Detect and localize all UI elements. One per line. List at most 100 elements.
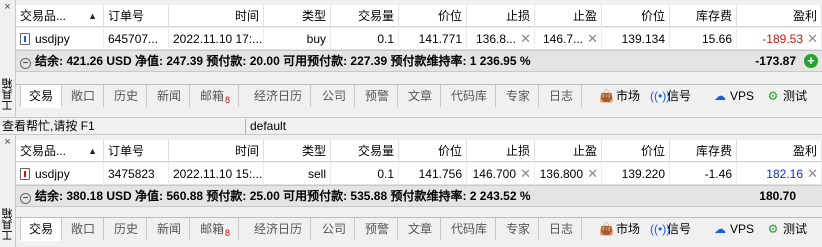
tp-cell[interactable]: 146.7... ✕ (535, 28, 602, 50)
sl-cell[interactable]: 146.700 ✕ (467, 163, 535, 185)
tab-code-base[interactable]: 代码库 (443, 85, 497, 107)
toolbox-tab-bar: 交易 敞口 历史 新闻 邮箱8 经济日历 公司 预警 文章 代码库 专家 日志 … (16, 217, 822, 241)
tab-articles[interactable]: 文章 (400, 85, 442, 107)
tab-alerts[interactable]: 预警 (357, 218, 399, 240)
table-row[interactable]: usdjpy 645707... 2022.11.10 17:... buy 0… (16, 28, 822, 50)
remove-tp-icon[interactable]: ✕ (587, 28, 598, 50)
remove-tp-icon[interactable]: ✕ (587, 163, 598, 185)
table-row[interactable]: usdjpy 3475823 2022.11.10 15:... sell 0.… (16, 163, 822, 185)
column-header-price[interactable]: 价位 (399, 140, 467, 162)
tester-icon: ⚙ (767, 89, 779, 103)
column-header-type[interactable]: 类型 (264, 140, 331, 162)
volume-cell: 0.1 (331, 163, 399, 185)
tab-market[interactable]: 👜 市场 (599, 218, 640, 240)
tab-signals[interactable]: ((•))信号 (650, 85, 691, 107)
tab-alerts[interactable]: 预警 (357, 85, 399, 107)
column-header-tp[interactable]: 止盈 (535, 140, 602, 162)
add-order-icon[interactable]: + (804, 54, 818, 68)
sell-order-icon (20, 168, 30, 180)
status-help-text: 查看帮忙,请按 F1 (2, 119, 95, 133)
column-header-current-price[interactable]: 价位 (602, 5, 670, 27)
tab-economic-calendar[interactable]: 经济日历 (246, 85, 312, 107)
total-profit: 180.70 (759, 189, 796, 203)
tab-exposure[interactable]: 敞口 (63, 218, 105, 240)
type-cell: buy (264, 28, 331, 50)
tab-trade[interactable]: 交易 (20, 218, 63, 241)
time-cell: 2022.11.10 15:... (169, 163, 264, 185)
price-cell: 141.756 (399, 163, 467, 185)
tab-articles[interactable]: 文章 (400, 218, 442, 240)
tab-code-base[interactable]: 代码库 (443, 218, 497, 240)
close-icon[interactable]: × (2, 2, 13, 13)
toolbox-panel-bottom: × 工具箱 交易品... ▲ 订单号 时间 类型 交易量 价位 止损 止盈 价位 … (0, 135, 822, 247)
close-position-icon[interactable]: ✕ (807, 28, 818, 50)
close-position-icon[interactable]: ✕ (807, 163, 818, 185)
remove-sl-icon[interactable]: ✕ (520, 28, 531, 50)
tab-vps[interactable]: ☁ VPS (713, 218, 754, 240)
market-bag-icon: 👜 (599, 222, 614, 236)
column-header-tp[interactable]: 止盈 (535, 5, 602, 27)
tab-tester[interactable]: ⚙ 测试 (766, 218, 807, 240)
column-header-swap[interactable]: 库存费 (670, 140, 737, 162)
toolbox-panel-top: × 工具箱 交易品... ▲ 订单号 时间 类型 交易量 价位 止损 止盈 价位 … (0, 0, 822, 117)
collapse-icon[interactable]: − (20, 58, 31, 69)
account-summary: 结余: 421.26 USD 净值: 247.39 预付款: 20.00 可用预… (35, 54, 531, 68)
tab-trade[interactable]: 交易 (20, 85, 63, 108)
column-header-profit[interactable]: 盈利 (737, 140, 822, 162)
column-header-order[interactable]: 订单号 (104, 140, 169, 162)
column-header-type[interactable]: 类型 (264, 5, 331, 27)
table-header: 交易品... ▲ 订单号 时间 类型 交易量 价位 止损 止盈 价位 库存费 盈利 (16, 140, 822, 162)
column-header-symbol[interactable]: 交易品... ▲ (16, 5, 104, 27)
profit-cell[interactable]: -189.53 ✕ (737, 28, 822, 50)
signal-icon: ((•)) (650, 89, 671, 103)
toolbox-vertical-tab[interactable]: × 工具箱 (0, 135, 16, 247)
tab-journal[interactable]: 日志 (541, 85, 583, 107)
column-header-current-price[interactable]: 价位 (602, 140, 670, 162)
tab-journal[interactable]: 日志 (541, 218, 583, 240)
tab-news[interactable]: 新闻 (149, 218, 191, 240)
tab-company[interactable]: 公司 (314, 85, 356, 107)
profit-cell[interactable]: 182.16 ✕ (737, 163, 822, 185)
column-header-sl[interactable]: 止损 (467, 140, 535, 162)
close-icon[interactable]: × (2, 137, 13, 148)
type-cell: sell (264, 163, 331, 185)
column-header-swap[interactable]: 库存费 (670, 5, 737, 27)
toolbox-tab-bar: 交易 敞口 历史 新闻 邮箱8 经济日历 公司 预警 文章 代码库 专家 日志 … (16, 84, 822, 108)
tab-economic-calendar[interactable]: 经济日历 (246, 218, 312, 240)
collapse-icon[interactable]: − (20, 193, 31, 204)
remove-sl-icon[interactable]: ✕ (520, 163, 531, 185)
buy-order-icon (20, 33, 30, 45)
tab-mailbox[interactable]: 邮箱8 (192, 218, 240, 240)
tab-exposure[interactable]: 敞口 (63, 85, 105, 107)
sort-arrow-icon: ▲ (88, 146, 97, 156)
column-header-order[interactable]: 订单号 (104, 5, 169, 27)
tab-company[interactable]: 公司 (314, 218, 356, 240)
tab-history[interactable]: 历史 (106, 85, 148, 107)
tab-vps[interactable]: ☁ VPS (713, 85, 754, 107)
toolbox-label: 工具箱 (2, 208, 14, 241)
toolbox-vertical-tab[interactable]: × 工具箱 (0, 0, 16, 117)
column-header-time[interactable]: 时间 (169, 140, 264, 162)
current-price-cell: 139.220 (602, 163, 670, 185)
tab-mailbox[interactable]: 邮箱8 (192, 85, 240, 107)
table-header: 交易品... ▲ 订单号 时间 类型 交易量 价位 止损 止盈 价位 库存费 盈利 (16, 5, 822, 27)
sl-cell[interactable]: 136.8... ✕ (467, 28, 535, 50)
column-header-volume[interactable]: 交易量 (331, 5, 399, 27)
column-header-sl[interactable]: 止损 (467, 5, 535, 27)
tab-experts[interactable]: 专家 (498, 218, 540, 240)
column-header-price[interactable]: 价位 (399, 5, 467, 27)
column-header-profit[interactable]: 盈利 (737, 5, 822, 27)
time-cell: 2022.11.10 17:... (169, 28, 264, 50)
tab-experts[interactable]: 专家 (498, 85, 540, 107)
column-header-time[interactable]: 时间 (169, 5, 264, 27)
tab-market[interactable]: 👜 市场 (599, 85, 640, 107)
column-header-symbol[interactable]: 交易品... ▲ (16, 140, 104, 162)
toolbox-label: 工具箱 (2, 78, 14, 111)
tp-cell[interactable]: 136.800 ✕ (535, 163, 602, 185)
tab-news[interactable]: 新闻 (149, 85, 191, 107)
tab-history[interactable]: 历史 (106, 218, 148, 240)
status-bar: 查看帮忙,请按 F1 default (0, 117, 822, 135)
tab-signals[interactable]: ((•))信号 (650, 218, 691, 240)
column-header-volume[interactable]: 交易量 (331, 140, 399, 162)
tab-tester[interactable]: ⚙ 测试 (766, 85, 807, 107)
